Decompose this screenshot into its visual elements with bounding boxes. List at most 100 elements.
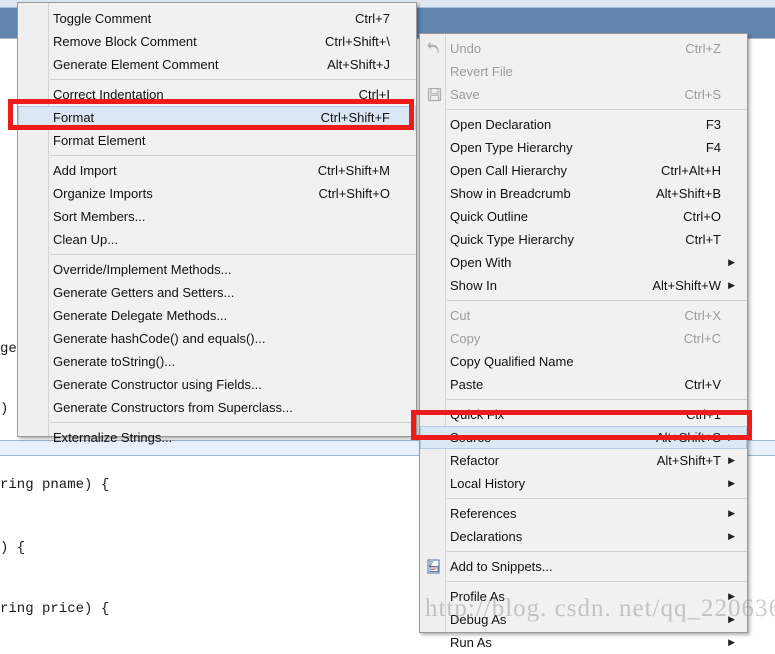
submenu-arrow-spacer: ▶	[394, 205, 404, 228]
submenu-arrow-spacer: ▶	[725, 555, 735, 578]
menu-item-quick-type-hierarchy[interactable]: Quick Type Hierarchy Ctrl+T ▶	[420, 228, 747, 251]
save-icon	[425, 86, 443, 104]
menu-item-shortcut: Alt+Shift+J	[327, 57, 390, 72]
menu-item-cut: Cut Ctrl+X ▶	[420, 304, 747, 327]
menu-item-shortcut: F3	[705, 117, 721, 132]
menu-item-organize-imports[interactable]: Organize Imports Ctrl+Shift+O ▶	[18, 182, 416, 205]
menu-item-shortcut: Ctrl+T	[685, 232, 721, 247]
submenu-arrow-spacer: ▶	[725, 205, 735, 228]
submenu-arrow-spacer: ▶	[394, 373, 404, 396]
menu-item-open-with[interactable]: Open With ▶	[420, 251, 747, 274]
undo-icon	[425, 40, 443, 58]
menu-item-format-element[interactable]: Format Element ▶	[18, 129, 416, 152]
menu-item-correct-indentation[interactable]: Correct Indentation Ctrl+I ▶	[18, 83, 416, 106]
menu-item-label: Add to Snippets...	[450, 559, 553, 574]
menu-item-label: Profile As	[450, 589, 505, 604]
menu-item-revert-file: Revert File ▶	[420, 60, 747, 83]
menu-separator	[447, 551, 747, 552]
menu-separator	[447, 581, 747, 582]
menu-item-remove-block-comment[interactable]: Remove Block Comment Ctrl+Shift+\ ▶	[18, 30, 416, 53]
menu-item-label: Format	[53, 110, 95, 125]
menu-item-source[interactable]: Source Alt+Shift+S ▶	[420, 426, 747, 449]
menu-item-add-import[interactable]: Add Import Ctrl+Shift+M ▶	[18, 159, 416, 182]
submenu-arrow-spacer: ▶	[394, 129, 404, 152]
menu-item-generate-delegate-methods[interactable]: Generate Delegate Methods... ▶	[18, 304, 416, 327]
menu-item-generate-constructors-from-superclass[interactable]: Generate Constructors from Superclass...…	[18, 396, 416, 419]
menu-item-references[interactable]: References ▶	[420, 502, 747, 525]
menu-separator	[447, 498, 747, 499]
menu-item-generate-tostring[interactable]: Generate toString()... ▶	[18, 350, 416, 373]
submenu-arrow-icon: ▶	[728, 257, 735, 267]
menu-item-label: Copy	[450, 331, 481, 346]
menu-item-sort-members[interactable]: Sort Members... ▶	[18, 205, 416, 228]
menu-item-paste[interactable]: Paste Ctrl+V ▶	[420, 373, 747, 396]
menu-item-label: Correct Indentation	[53, 87, 164, 102]
submenu-arrow-icon: ▶	[728, 432, 735, 442]
menu-item-shortcut: Ctrl+Z	[685, 41, 721, 56]
menu-item-shortcut: Ctrl+C	[683, 331, 721, 346]
menu-item-open-call-hierarchy[interactable]: Open Call Hierarchy Ctrl+Alt+H ▶	[420, 159, 747, 182]
menu-item-label: Generate Delegate Methods...	[53, 308, 228, 323]
menu-item-copy-qualified-name[interactable]: Copy Qualified Name ▶	[420, 350, 747, 373]
source-submenu-list[interactable]: Toggle CommentCtrl+7▶Remove Block Commen…	[18, 3, 416, 449]
menu-item-shortcut: Ctrl+O	[683, 209, 721, 224]
submenu-arrow-icon: ▶	[728, 478, 735, 488]
menu-separator	[50, 254, 416, 255]
menu-item-generate-getters-and-setters[interactable]: Generate Getters and Setters... ▶	[18, 281, 416, 304]
menu-separator	[447, 399, 747, 400]
menu-item-label: Generate Constructors from Superclass...	[53, 400, 293, 415]
menu-item-toggle-comment[interactable]: Toggle Comment Ctrl+7 ▶	[18, 7, 416, 30]
menu-item-generate-element-comment[interactable]: Generate Element Comment Alt+Shift+J ▶	[18, 53, 416, 76]
menu-item-label: Run As	[450, 635, 492, 650]
menu-item-local-history[interactable]: Local History ▶	[420, 472, 747, 495]
menu-item-shortcut: Ctrl+7	[354, 11, 390, 26]
menu-item-clean-up[interactable]: Clean Up... ▶	[18, 228, 416, 251]
submenu-arrow-spacer: ▶	[394, 350, 404, 373]
code-fragment: ring pname) {	[0, 477, 110, 493]
menu-item-run-as[interactable]: Run As ▶	[420, 631, 747, 654]
menu-item-label: Copy Qualified Name	[450, 354, 574, 369]
menu-item-add-to-snippets[interactable]: Add to Snippets... ▶	[420, 555, 747, 578]
menu-item-label: Paste	[450, 377, 484, 392]
menu-item-label: Open Declaration	[450, 117, 552, 132]
code-fragment: ring price) {	[0, 601, 110, 617]
menu-item-override-implement-methods[interactable]: Override/Implement Methods... ▶	[18, 258, 416, 281]
menu-item-label: Add Import	[53, 163, 117, 178]
submenu-arrow-spacer: ▶	[394, 426, 404, 449]
menu-item-debug-as[interactable]: Debug As ▶	[420, 608, 747, 631]
menu-item-label: References	[450, 506, 517, 521]
menu-item-label: Declarations	[450, 529, 523, 544]
submenu-arrow-spacer: ▶	[725, 228, 735, 251]
menu-item-open-declaration[interactable]: Open Declaration F3 ▶	[420, 113, 747, 136]
menu-item-externalize-strings[interactable]: Externalize Strings... ▶	[18, 426, 416, 449]
submenu-arrow-spacer: ▶	[725, 182, 735, 205]
menu-item-quick-fix[interactable]: Quick Fix Ctrl+1 ▶	[420, 403, 747, 426]
code-fragment: ) {	[0, 540, 26, 556]
menu-item-generate-constructor-using-fields[interactable]: Generate Constructor using Fields... ▶	[18, 373, 416, 396]
menu-item-quick-outline[interactable]: Quick Outline Ctrl+O ▶	[420, 205, 747, 228]
menu-item-label: Override/Implement Methods...	[53, 262, 232, 277]
menu-item-refactor[interactable]: Refactor Alt+Shift+T ▶	[420, 449, 747, 472]
menu-separator	[447, 300, 747, 301]
editor-context-menu-panel[interactable]: UndoCtrl+Z▶Revert File▶SaveCtrl+S▶Open D…	[419, 33, 748, 650]
menu-item-profile-as[interactable]: Profile As ▶	[420, 585, 747, 608]
snippet-icon	[425, 558, 443, 576]
code-fragment: ge	[0, 341, 17, 357]
menu-item-label: Show in Breadcrumb	[450, 186, 571, 201]
menu-item-show-in[interactable]: Show In Alt+Shift+W ▶	[420, 274, 747, 297]
menu-separator	[50, 79, 416, 80]
menu-item-label: Refactor	[450, 453, 500, 468]
menu-item-format[interactable]: Format Ctrl+Shift+F ▶	[18, 106, 416, 129]
menu-item-declarations[interactable]: Declarations ▶	[420, 525, 747, 548]
menu-item-show-in-breadcrumb[interactable]: Show in Breadcrumb Alt+Shift+B ▶	[420, 182, 747, 205]
menu-item-open-type-hierarchy[interactable]: Open Type Hierarchy F4 ▶	[420, 136, 747, 159]
submenu-arrow-spacer: ▶	[394, 30, 404, 53]
submenu-arrow-spacer: ▶	[394, 396, 404, 419]
menu-item-label: Externalize Strings...	[53, 430, 173, 445]
submenu-arrow-spacer: ▶	[725, 350, 735, 373]
editor-context-menu-list[interactable]: UndoCtrl+Z▶Revert File▶SaveCtrl+S▶Open D…	[420, 34, 747, 654]
menu-item-label: Quick Fix	[450, 407, 505, 422]
menu-item-label: Format Element	[53, 133, 146, 148]
menu-item-generate-hashcode-and-equals[interactable]: Generate hashCode() and equals()... ▶	[18, 327, 416, 350]
source-submenu-panel[interactable]: Toggle CommentCtrl+7▶Remove Block Commen…	[17, 2, 417, 445]
